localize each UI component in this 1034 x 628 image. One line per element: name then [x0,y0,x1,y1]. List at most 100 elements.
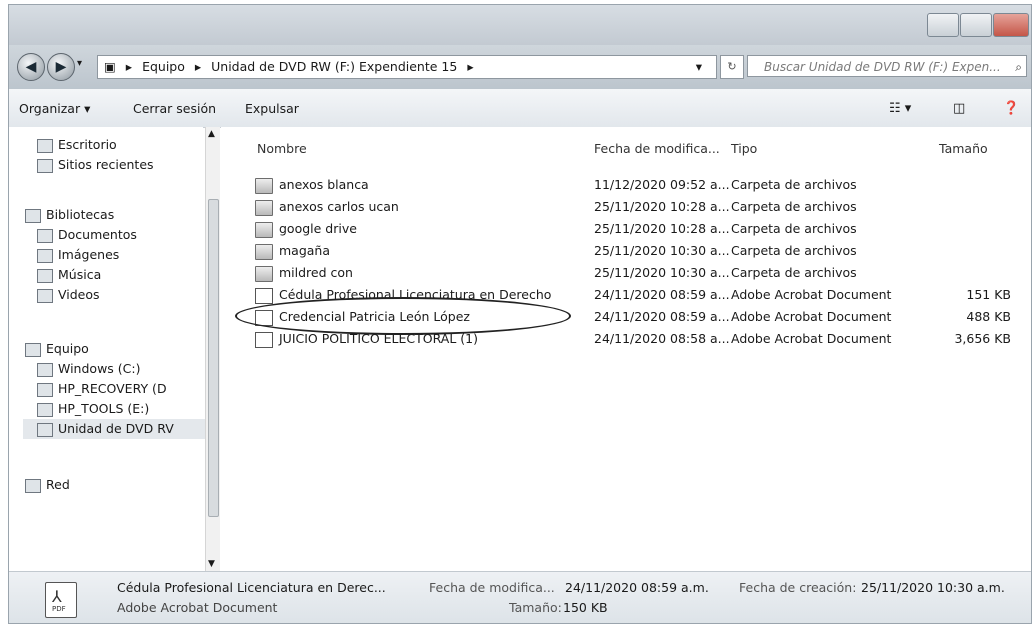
breadcrumb-separator-icon: ▸ [125,59,133,74]
table-row[interactable]: magaña 25/11/2020 10:30 a... Carpeta de … [221,241,1021,261]
nav-item-label: Unidad de DVD RV [58,421,174,436]
details-created-label: Fecha de creación: [739,580,857,595]
table-row[interactable]: google drive 25/11/2020 10:28 a... Carpe… [221,219,1021,239]
highlight-ellipse [235,297,571,335]
nav-item-musica[interactable]: Música [37,265,101,285]
file-date: 25/11/2020 10:28 a... [594,221,730,236]
libraries-icon [25,208,41,223]
file-name: magaña [279,243,331,258]
file-date: 25/11/2020 10:30 a... [594,265,730,280]
nav-scrollbar[interactable]: ▲ ▼ [205,127,220,571]
title-bar [9,5,1031,45]
search-icon: ⌕ [1015,60,1022,74]
nav-item-label: Equipo [46,341,89,356]
recent-places-icon [37,158,53,173]
pdf-icon [255,287,273,304]
recent-pages-chevron-icon[interactable]: ▾ [77,58,82,69]
address-bar[interactable]: ▣ ▸ Equipo ▸ Unidad de DVD RW (F:) Expen… [97,55,717,79]
drive-icon [37,362,53,377]
file-date: 25/11/2020 10:28 a... [594,199,730,214]
nav-item-hp-recovery[interactable]: HP_RECOVERY (D [37,379,167,399]
back-button[interactable]: ◀ [17,53,45,81]
breadcrumb-separator-icon: ▸ [467,59,474,74]
organize-button[interactable]: Organizar ▾ [19,101,90,116]
file-date: 24/11/2020 08:58 a... [594,331,730,346]
file-type: Carpeta de archivos [731,221,857,236]
maximize-button[interactable] [960,13,992,37]
table-row[interactable]: mildred con 25/11/2020 10:30 a... Carpet… [221,263,1021,283]
breadcrumb-separator-icon: ▸ [194,59,202,74]
folder-icon [255,265,273,282]
column-header-size[interactable]: Tamaño [939,141,988,156]
nav-item-red[interactable]: Red [25,475,70,495]
nav-item-label: Sitios recientes [58,157,154,172]
dvd-drive-icon [37,422,53,437]
nav-item-equipo[interactable]: Equipo [25,339,89,359]
pdf-icon: ⅄ PDF [45,582,77,618]
table-row[interactable]: anexos blanca 11/12/2020 09:52 a... Carp… [221,175,1021,195]
nav-item-escritorio[interactable]: Escritorio [37,135,117,155]
details-pane: ⅄ PDF Cédula Profesional Licenciatura en… [9,571,1031,623]
view-options-icon[interactable]: ☷ ▾ [889,101,911,116]
details-modified-value: 24/11/2020 08:59 a.m. [565,580,709,595]
column-header-type[interactable]: Tipo [731,141,757,156]
close-button[interactable] [993,13,1029,37]
folder-icon [255,177,273,194]
nav-item-label: Escritorio [58,137,117,152]
nav-item-label: Música [58,267,102,282]
file-date: 24/11/2020 08:59 a... [594,287,730,302]
videos-icon [37,288,53,303]
file-type: Carpeta de archivos [731,243,857,258]
nav-item-documentos[interactable]: Documentos [37,225,137,245]
forward-button[interactable]: ▶ [47,53,75,81]
details-created-value: 25/11/2020 10:30 a.m. [861,580,1005,595]
nav-item-videos[interactable]: Videos [37,285,100,305]
nav-item-label: HP_RECOVERY (D [58,381,167,396]
details-filetype: Adobe Acrobat Document [117,600,278,615]
file-type: Adobe Acrobat Document [731,287,892,302]
details-modified-label: Fecha de modifica... [429,580,555,595]
organize-label: Organizar [19,101,81,116]
nav-item-label: Documentos [58,227,137,242]
music-icon [37,268,53,283]
nav-item-windows-c[interactable]: Windows (C:) [37,359,140,379]
eject-button[interactable]: Expulsar [245,101,299,116]
file-type: Carpeta de archivos [731,265,857,280]
nav-scroll-thumb[interactable] [208,199,219,517]
address-dropdown-icon[interactable]: ▾ [696,56,702,78]
search-input[interactable]: Buscar Unidad de DVD RW (F:) Expen... ⌕ [747,55,1027,77]
scroll-down-icon[interactable]: ▼ [208,559,215,569]
nav-item-bibliotecas[interactable]: Bibliotecas [25,205,114,225]
nav-item-label: HP_TOOLS (E:) [58,401,150,416]
logout-button[interactable]: Cerrar sesión [133,101,216,116]
table-row[interactable]: anexos carlos ucan 25/11/2020 10:28 a...… [221,197,1021,217]
column-header-name[interactable]: Nombre [257,141,307,156]
command-bar: Organizar ▾ Cerrar sesión Expulsar ☷ ▾ ◫… [9,89,1031,128]
file-name: anexos carlos ucan [279,199,399,214]
file-date: 24/11/2020 08:59 a... [594,309,730,324]
file-date: 11/12/2020 09:52 a... [594,177,730,192]
nav-item-label: Red [46,477,70,492]
nav-item-imagenes[interactable]: Imágenes [37,245,119,265]
nav-item-label: Videos [58,287,100,302]
file-name: google drive [279,221,357,236]
file-type: Carpeta de archivos [731,177,857,192]
details-size-value: 150 KB [563,600,608,615]
file-size: 3,656 KB [954,331,1011,346]
nav-item-hp-tools[interactable]: HP_TOOLS (E:) [37,399,149,419]
column-header-date[interactable]: Fecha de modifica... [594,141,720,156]
pictures-icon [37,248,53,263]
nav-item-sitios-recientes[interactable]: Sitios recientes [37,155,154,175]
breadcrumb-dvd-drive[interactable]: Unidad de DVD RW (F:) Expendiente 15 [211,59,457,74]
preview-pane-icon[interactable]: ◫ [953,101,965,116]
breadcrumb-equipo[interactable]: Equipo [142,59,185,74]
folder-icon [255,221,273,238]
details-filename: Cédula Profesional Licenciatura en Derec… [117,580,386,595]
file-size: 488 KB [966,309,1011,324]
file-list: Nombre Fecha de modifica... Tipo Tamaño … [221,127,1031,571]
nav-item-dvd-drive[interactable]: Unidad de DVD RV [23,419,217,439]
scroll-up-icon[interactable]: ▲ [208,129,215,139]
minimize-button[interactable] [927,13,959,37]
help-icon[interactable]: ❓ [1003,101,1019,116]
refresh-button[interactable]: ↻ [720,55,744,79]
